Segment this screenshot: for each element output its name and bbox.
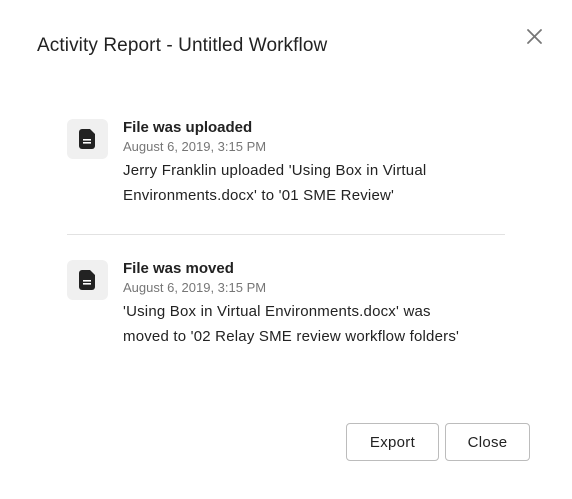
close-icon[interactable] [524, 26, 546, 48]
dialog-title: Activity Report - Untitled Workflow [37, 35, 328, 56]
file-icon [67, 119, 108, 159]
activity-description: Jerry Franklin uploaded 'Using Box in Vi… [123, 158, 513, 208]
activity-description: 'Using Box in Virtual Environments.docx'… [123, 299, 513, 349]
export-button[interactable]: Export [346, 423, 439, 461]
activity-description-line: 'Using Box in Virtual Environments.docx'… [123, 303, 431, 320]
activity-description-line: moved to '02 Relay SME review workflow f… [123, 328, 460, 345]
activity-body: File was moved August 6, 2019, 3:15 PM '… [123, 260, 513, 349]
close-button[interactable]: Close [445, 423, 530, 461]
activity-heading: File was moved [123, 260, 234, 277]
file-icon [67, 260, 108, 300]
activity-description-line: Environments.docx' to '01 SME Review' [123, 187, 395, 204]
divider [67, 234, 505, 235]
activity-description-line: Jerry Franklin uploaded 'Using Box in Vi… [123, 162, 427, 179]
activity-timestamp: August 6, 2019, 3:15 PM [123, 139, 267, 154]
activity-heading: File was uploaded [123, 119, 253, 136]
activity-body: File was uploaded August 6, 2019, 3:15 P… [123, 119, 513, 208]
activity-report-dialog: Activity Report - Untitled Workflow File… [0, 0, 572, 499]
activity-timestamp: August 6, 2019, 3:15 PM [123, 280, 267, 295]
